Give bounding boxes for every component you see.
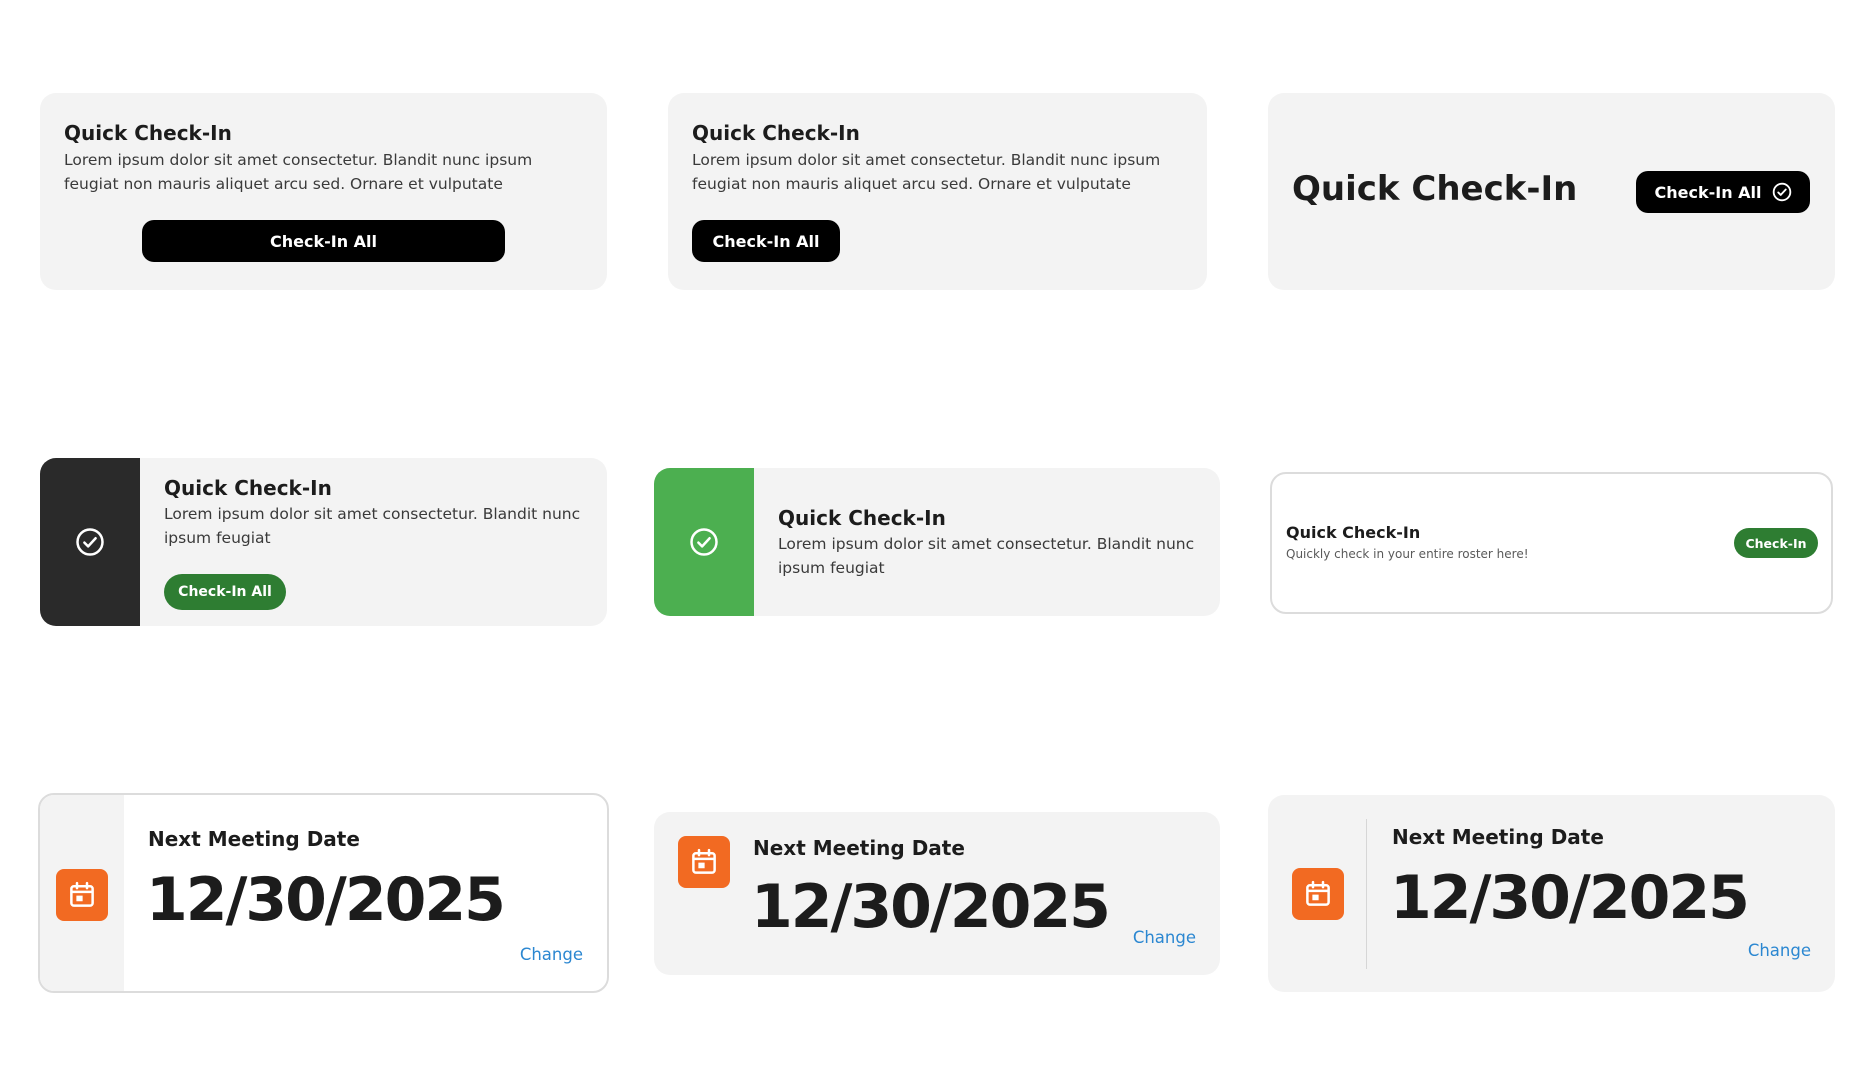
button-label: Check-In All	[1654, 182, 1762, 202]
card-title: Quick Check-In	[64, 121, 232, 145]
checkin-card-4: Quick Check-In Lorem ipsum dolor sit ame…	[40, 458, 607, 626]
calendar-badge	[678, 836, 730, 888]
calendar-icon	[70, 881, 94, 907]
meeting-date: 12/30/2025	[751, 872, 1111, 942]
card-subtitle: Quickly check in your entire roster here…	[1286, 547, 1529, 561]
check-in-all-button[interactable]: Check-In All	[692, 220, 840, 262]
card-title: Quick Check-In	[692, 121, 860, 145]
check-circle-icon	[1772, 182, 1791, 202]
change-link[interactable]: Change	[1133, 928, 1196, 947]
card-description: Lorem ipsum dolor sit amet consectetur. …	[692, 151, 1161, 193]
meeting-card-1: Next Meeting Date 12/30/2025 Change	[38, 793, 609, 993]
meeting-label: Next Meeting Date	[148, 827, 360, 851]
checkin-card-6: Quick Check-In Quickly check in your ent…	[1270, 472, 1833, 614]
check-in-all-button[interactable]: Check-In All	[164, 574, 286, 610]
meeting-card-3: Next Meeting Date 12/30/2025 Change	[1268, 795, 1835, 992]
meeting-label: Next Meeting Date	[1392, 825, 1604, 849]
check-in-all-button[interactable]: Check-In All	[1636, 171, 1810, 213]
meeting-label: Next Meeting Date	[753, 836, 965, 860]
change-link[interactable]: Change	[1748, 941, 1811, 960]
meeting-date: 12/30/2025	[1390, 863, 1750, 933]
check-in-button[interactable]: Check-In	[1734, 528, 1818, 558]
calendar-icon	[1306, 880, 1330, 906]
card-description: Lorem ipsum dolor sit amet consectetur. …	[164, 505, 581, 547]
checkin-card-5: Quick Check-In Lorem ipsum dolor sit ame…	[654, 468, 1220, 616]
checkin-card-3: Quick Check-In Check-In All	[1268, 93, 1835, 290]
check-circle-icon	[690, 528, 718, 556]
check-circle-icon	[76, 528, 104, 556]
meeting-date: 12/30/2025	[146, 865, 506, 935]
checkin-card-2: Quick Check-In Lorem ipsum dolor sit ame…	[668, 93, 1207, 290]
card-title: Quick Check-In	[778, 506, 946, 530]
card-description: Lorem ipsum dolor sit amet consectetur. …	[778, 535, 1195, 577]
vertical-divider	[1366, 819, 1367, 969]
side-panel	[654, 468, 754, 616]
card-description: Lorem ipsum dolor sit amet consectetur. …	[64, 151, 533, 193]
card-title: Quick Check-In	[1292, 169, 1578, 209]
side-panel	[40, 458, 140, 626]
meeting-card-2: Next Meeting Date 12/30/2025 Change	[654, 812, 1220, 975]
checkin-card-1: Quick Check-In Lorem ipsum dolor sit ame…	[40, 93, 607, 290]
card-title: Quick Check-In	[164, 476, 332, 500]
card-title: Quick Check-In	[1286, 523, 1421, 542]
calendar-badge	[1292, 868, 1344, 920]
calendar-icon	[692, 848, 716, 874]
change-link[interactable]: Change	[520, 945, 583, 964]
check-in-all-button[interactable]: Check-In All	[142, 220, 505, 262]
calendar-badge	[56, 869, 108, 921]
